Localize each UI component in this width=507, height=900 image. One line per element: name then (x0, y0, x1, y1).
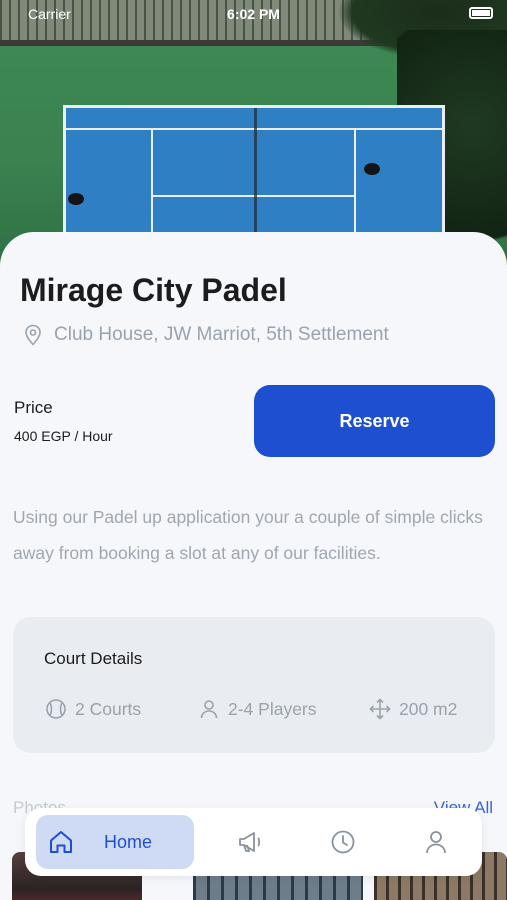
clock-icon[interactable] (329, 828, 357, 856)
player (364, 163, 380, 175)
players-stat: 2-4 Players (198, 698, 317, 720)
court-details-card: Court Details 2 Courts 2-4 Players 200 m… (13, 617, 495, 753)
player (68, 193, 84, 205)
venue-location: Club House, JW Marriot, 5th Settlement (24, 322, 389, 348)
price-value: 400 EGP / Hour (14, 428, 113, 444)
courts-count: 2 Courts (75, 698, 142, 719)
clock-time: 6:02 PM (227, 6, 280, 22)
venue-description: Using our Padel up application your a co… (13, 507, 483, 563)
court-area: 200 m2 (399, 698, 458, 719)
move-arrows-icon (369, 698, 391, 720)
venue-title: Mirage City Padel (20, 272, 287, 308)
tennis-ball-icon (46, 699, 66, 719)
profile-icon[interactable] (422, 828, 450, 856)
hero-image (0, 0, 507, 270)
location-pin-icon (25, 324, 41, 346)
area-stat: 200 m2 (369, 698, 457, 720)
megaphone-icon[interactable] (237, 828, 265, 856)
home-icon (50, 831, 72, 853)
price-label: Price (14, 398, 53, 417)
details-sheet: Mirage City Padel Club House, JW Marriot… (0, 232, 507, 900)
status-bar: Carrier 6:02 PM (0, 0, 507, 28)
nav-home-label: Home (104, 832, 153, 852)
nav-home-tab[interactable]: Home (36, 815, 194, 869)
battery-icon (469, 7, 493, 19)
location-text: Club House, JW Marriot, 5th Settlement (54, 324, 389, 345)
players-range: 2-4 Players (228, 698, 317, 719)
court-details-title: Court Details (44, 649, 143, 668)
user-icon (200, 700, 218, 719)
courts-stat: 2 Courts (45, 698, 141, 720)
reserve-button[interactable]: Reserve (254, 385, 495, 457)
bottom-nav: Home (25, 808, 482, 876)
